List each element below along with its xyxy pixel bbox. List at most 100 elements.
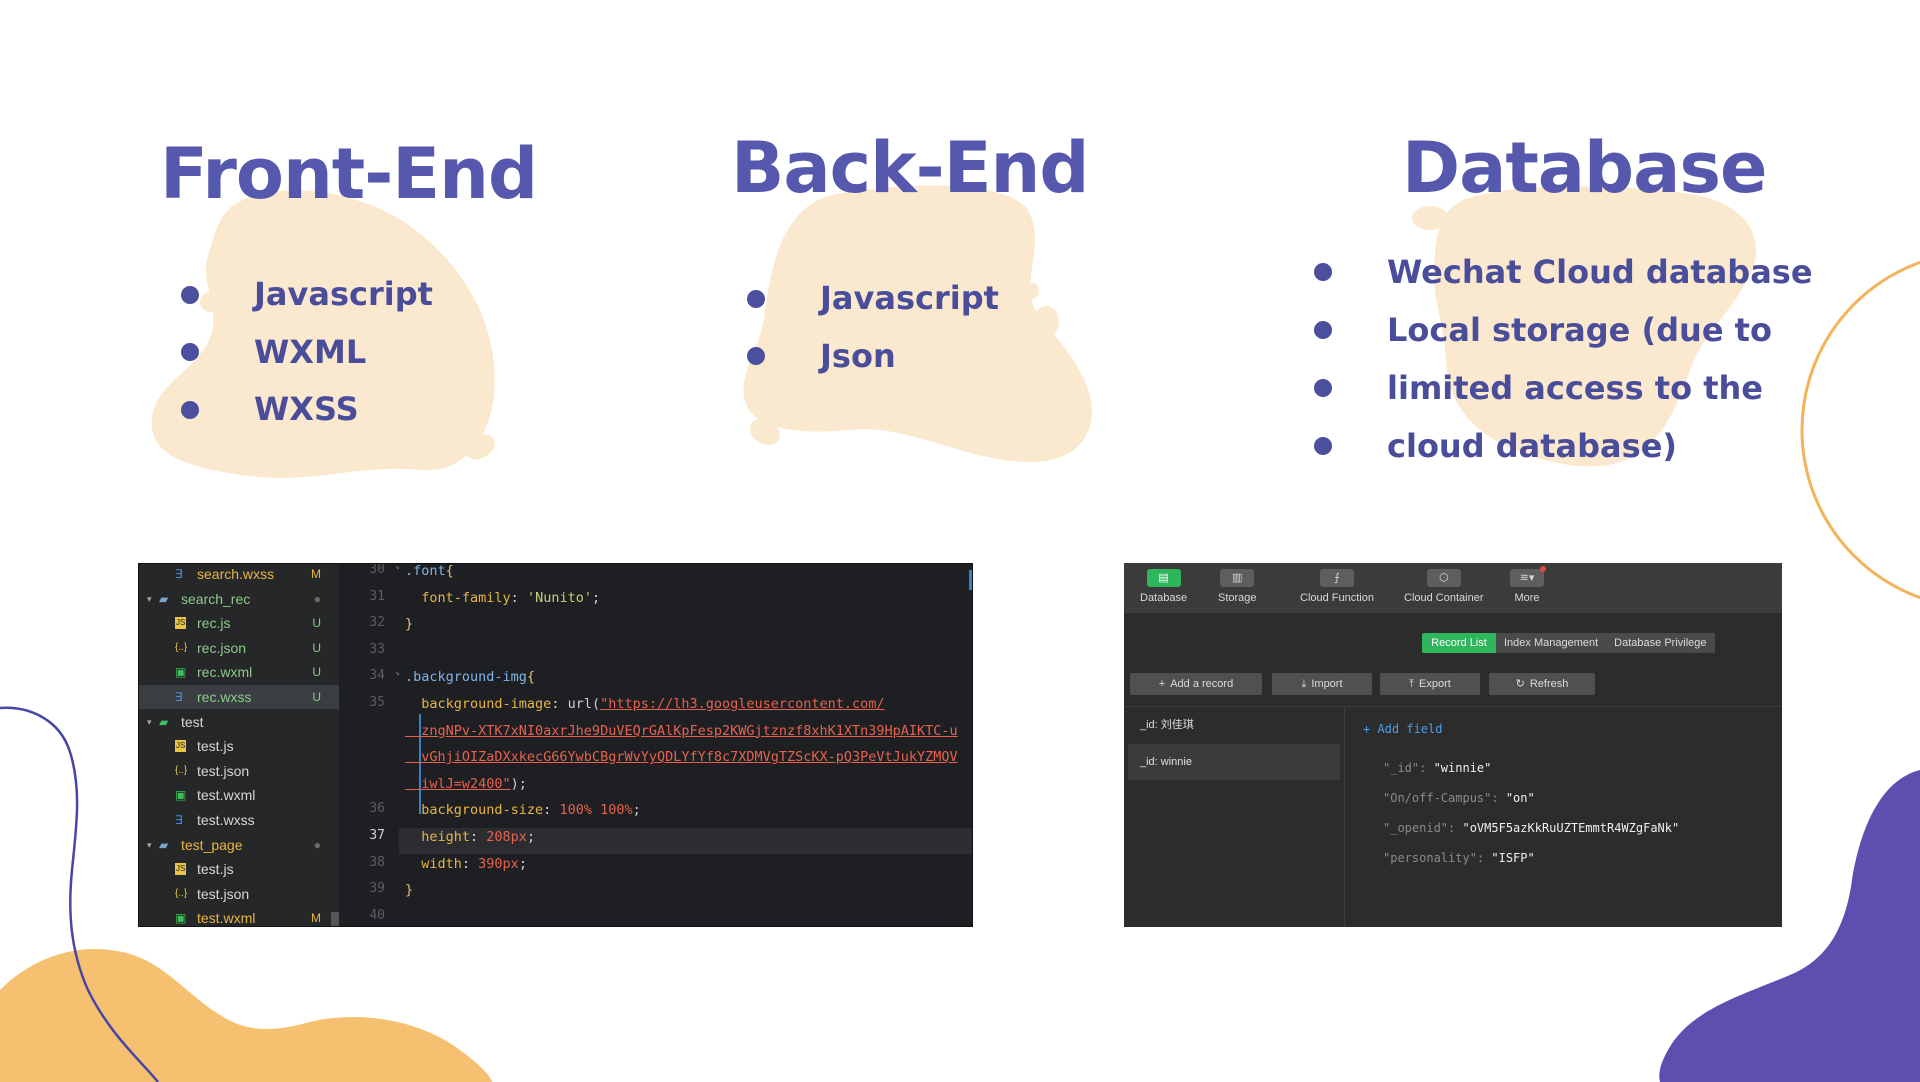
toolbar-label: Cloud Function: [1300, 592, 1374, 604]
chevron-down-icon[interactable]: ▾: [147, 710, 152, 734]
database-list-item: cloud database): [1315, 417, 1813, 475]
git-status-badge: ●: [313, 837, 321, 852]
file-name: search.wxss: [197, 566, 275, 582]
toolbar-label: More: [1514, 592, 1540, 604]
code-token: 208px: [486, 829, 527, 845]
more-icon: ≋▾: [1510, 566, 1546, 587]
file-tree-item[interactable]: JS rec.js U: [139, 611, 339, 635]
file-name: test.js: [197, 861, 234, 878]
code-token: height: [405, 829, 471, 845]
git-status-badge: U: [312, 640, 321, 655]
file-tree-item[interactable]: JS test.js: [139, 857, 339, 881]
file-name: search_rec: [181, 590, 251, 607]
file-tree-item[interactable]: {..} rec.json U: [139, 636, 339, 660]
file-tree-item[interactable]: ∃ search.wxss M: [139, 564, 339, 586]
field-separator: :: [1448, 821, 1463, 835]
backend-list-item: Javascript: [748, 270, 999, 328]
code-line: font-family: 'Nunito';: [405, 585, 600, 611]
orange-wave-shape: [0, 949, 492, 1082]
backend-list-item: Json: [748, 328, 999, 386]
add-field-link[interactable]: + Add field: [1363, 722, 1442, 736]
code-token: ;: [632, 802, 641, 819]
line-number: 38: [369, 854, 385, 870]
line-number: 37: [369, 828, 385, 843]
import-button[interactable]: ⤓ Import: [1272, 673, 1372, 695]
file-tree-item[interactable]: ∃ rec.wxss U: [139, 685, 339, 709]
toolbar-storage-button[interactable]: ▥ Storage: [1218, 569, 1257, 604]
code-line: height: 208px;: [405, 824, 535, 850]
field-separator: :: [1476, 851, 1492, 865]
css-file-icon: ∃: [175, 567, 183, 581]
line-number: 32: [369, 615, 385, 631]
button-label: Import: [1311, 678, 1343, 690]
toolbar-database-button[interactable]: ▤ Database: [1140, 569, 1187, 604]
line-number: 40: [369, 907, 385, 923]
line-number: 39: [369, 881, 385, 897]
code-area[interactable]: .font{ font-family: 'Nunito';} .backgroun…: [399, 564, 972, 926]
code-token: width: [405, 855, 462, 872]
line-number-gutter: 30 ⌄ 31 32 33 34 ⌄ 35 36 37 38 39 40: [339, 563, 401, 926]
line-number: 31: [369, 588, 385, 604]
file-name: test.json: [197, 885, 250, 902]
code-line: }: [405, 877, 413, 903]
file-tree-item[interactable]: JS test.js: [139, 734, 339, 758]
refresh-icon: ↻: [1515, 678, 1525, 690]
file-explorer[interactable]: ∃ search.wxss M ▾ ▰ search_rec ● JS rec.js U {..} r…: [139, 564, 339, 926]
file-name: test.js: [197, 738, 234, 755]
js-file-icon: JS: [175, 740, 187, 753]
chevron-down-icon[interactable]: ▾: [147, 587, 152, 611]
backend-list: Javascript Json: [748, 270, 999, 385]
wxml-file-icon: ▣: [175, 665, 187, 680]
field-separator: :: [1419, 761, 1434, 775]
code-token: 390px: [478, 855, 519, 872]
file-tree-item[interactable]: ▾ ▰ search_rec ●: [139, 587, 339, 611]
code-line: width: 390px;: [405, 851, 527, 877]
backend-blob-drop: [1027, 283, 1039, 299]
toolbar-label: Database: [1140, 592, 1188, 604]
line-number: 30: [369, 563, 385, 577]
database-blob-drop: [1412, 206, 1448, 230]
field-value: "winnie": [1433, 761, 1492, 775]
chevron-down-icon[interactable]: ▾: [147, 833, 152, 857]
file-tree-item[interactable]: {..} test.json: [139, 759, 339, 783]
file-tree-item[interactable]: ▾ ▰ test: [139, 710, 339, 734]
export-button[interactable]: ⤒ Export: [1380, 673, 1480, 695]
code-token: );: [510, 775, 527, 792]
json-file-icon: {..}: [175, 641, 188, 653]
storage-icon: ▥: [1220, 569, 1255, 587]
toolbar-cloud-function-button[interactable]: ⨍ Cloud Function: [1300, 569, 1374, 604]
frontend-list-item: WXSS: [182, 381, 433, 439]
code-token: {: [445, 563, 454, 579]
code-editor-screenshot: ∃ search.wxss M ▾ ▰ search_rec ● JS rec.js U {..} r…: [138, 563, 973, 927]
file-tree-item[interactable]: ▾ ▰ test_page ●: [139, 833, 339, 857]
record-item[interactable]: _id: 刘佳琪: [1128, 707, 1340, 743]
toolbar-cloud-container-button[interactable]: ⬡ Cloud Container: [1404, 569, 1484, 604]
code-token: vGhjiOIZaDXxkecG66YwbCBgrWvYyQDLYfYf8c7X…: [405, 749, 958, 766]
code-token: {: [526, 669, 536, 686]
code-token: .font: [405, 563, 446, 579]
code-token: iwlJ=w2400": [405, 775, 511, 792]
tab-database-privilege[interactable]: Database Privilege: [1606, 633, 1715, 653]
file-name: test.wxml: [197, 787, 256, 804]
refresh-button[interactable]: ↻ Refresh: [1489, 673, 1595, 695]
folder-icon: ▰: [159, 591, 169, 606]
add-a-record-button[interactable]: + Add a record: [1130, 673, 1262, 695]
import-icon: ⤓: [1301, 678, 1307, 690]
file-tree-item[interactable]: {..} test.json: [139, 882, 339, 906]
code-token: }: [405, 882, 414, 899]
file-tree-item[interactable]: ▣ test.wxml: [139, 783, 339, 807]
orange-ring-decoration: [1800, 260, 1920, 600]
backend-blob-drop: [1033, 306, 1059, 338]
cloud-database-screenshot: ▤ Database ▥ Storage ⨍ Cloud Function ⬡ Cloud C…: [1124, 563, 1782, 927]
toolbar-more-button[interactable]: ≋▾ More: [1510, 566, 1546, 604]
json-file-icon: {..}: [175, 764, 188, 776]
tab-index-management[interactable]: Index Management: [1496, 633, 1607, 653]
toolbar-label: Storage: [1218, 592, 1257, 604]
record-item[interactable]: _id: winnie: [1128, 744, 1340, 780]
folder-icon: ▰: [159, 714, 169, 729]
tab-record-list[interactable]: Record List: [1422, 633, 1496, 653]
file-tree-item[interactable]: ∃ test.wxss: [139, 808, 339, 832]
button-label: Refresh: [1529, 678, 1569, 690]
file-tree-item[interactable]: ▣ test.wxml M: [139, 906, 339, 926]
file-tree-item[interactable]: ▣ rec.wxml U: [139, 660, 339, 684]
